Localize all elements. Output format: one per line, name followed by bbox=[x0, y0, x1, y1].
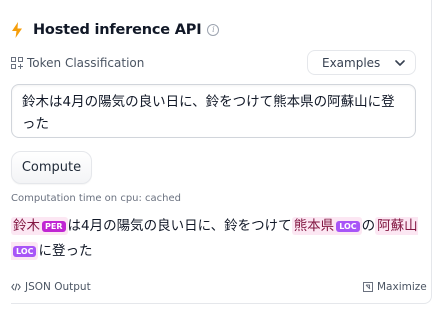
json-output-label: JSON Output bbox=[25, 281, 91, 293]
output-text: は4月の陽気の良い日に、鈴をつけて bbox=[67, 218, 292, 234]
maximize-icon bbox=[363, 282, 373, 292]
entity-tag: LOC bbox=[336, 221, 360, 232]
entity-loc: 熊本県 LOC bbox=[291, 217, 362, 235]
maximize-label: Maximize bbox=[377, 281, 427, 293]
widget-title: Hosted inference API bbox=[33, 22, 202, 38]
code-icon bbox=[11, 283, 21, 291]
output-text: の bbox=[361, 218, 376, 234]
lightning-icon bbox=[12, 22, 22, 38]
entity-tag: LOC bbox=[13, 246, 37, 257]
input-textarea[interactable]: 鈴木は4月の陽気の良い日に、鈴をつけて熊本県の阿蘇山に登った bbox=[11, 84, 416, 138]
widget-header: Hosted inference API i bbox=[11, 22, 220, 38]
output-text: に登った bbox=[38, 243, 93, 259]
maximize-button[interactable]: Maximize bbox=[363, 281, 427, 293]
computation-time: Computation time on cpu: cached bbox=[11, 193, 182, 204]
ner-output: 鈴木 PER は4月の陽気の良い日に、鈴をつけて 熊本県 LOC の阿蘇山LOC に登った bbox=[11, 214, 421, 264]
chevron-down-icon bbox=[395, 59, 405, 66]
entity-per: 鈴木 PER bbox=[11, 217, 68, 235]
entity-tag: PER bbox=[42, 221, 66, 232]
token-classification-icon bbox=[11, 57, 23, 69]
task-label: Token Classification bbox=[27, 56, 145, 70]
json-output-link[interactable]: JSON Output bbox=[11, 281, 91, 293]
task-type: Token Classification bbox=[11, 56, 144, 70]
entity-text: 阿蘇山 bbox=[377, 218, 418, 234]
entity-text: 熊本県 bbox=[293, 218, 335, 234]
compute-button[interactable]: Compute bbox=[11, 151, 92, 184]
examples-dropdown[interactable]: Examples bbox=[307, 50, 416, 75]
entity-text: 鈴木 bbox=[13, 218, 40, 234]
examples-label: Examples bbox=[322, 55, 381, 70]
info-icon[interactable]: i bbox=[207, 24, 220, 36]
